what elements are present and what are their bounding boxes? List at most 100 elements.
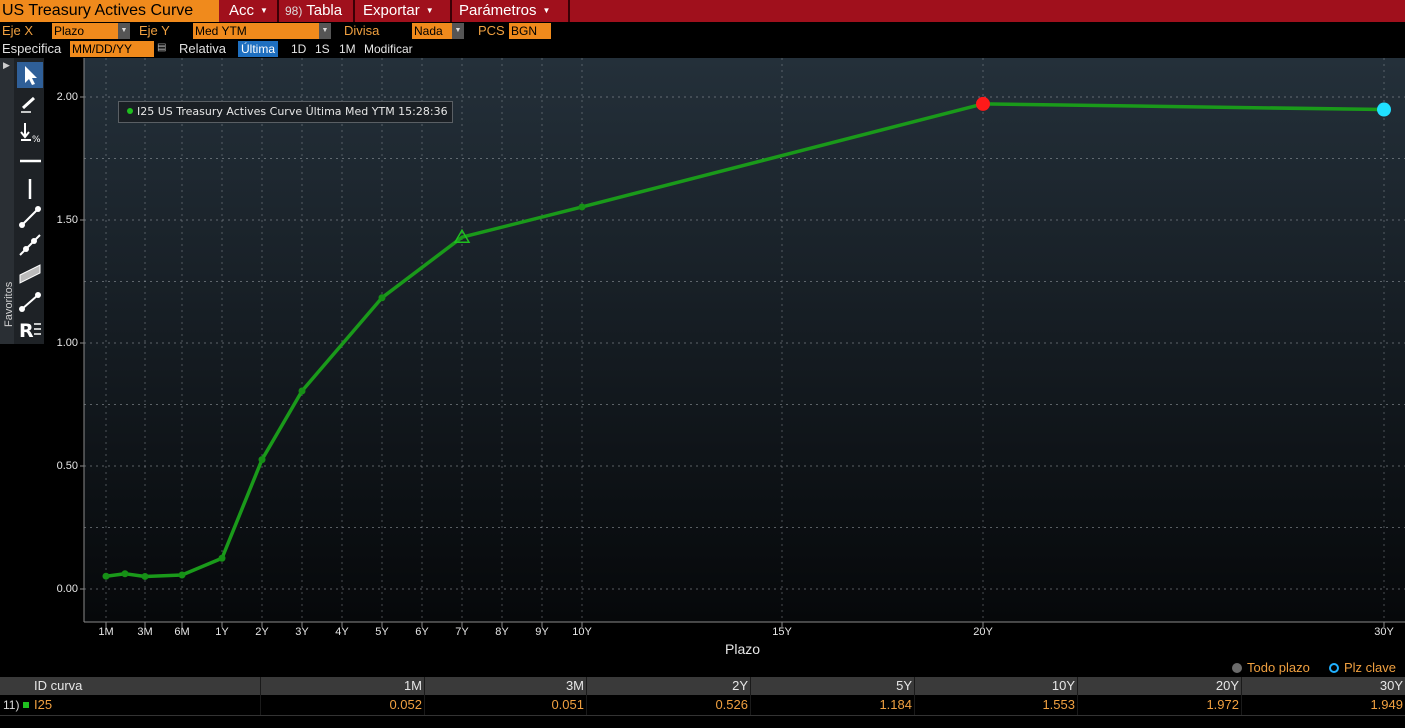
- parametros-label: Parámetros: [459, 2, 537, 19]
- exportar-menu[interactable]: Exportar ▼: [363, 0, 434, 22]
- table-row[interactable]: 11) I25 0.052 0.051 0.526 1.184 1.553 1.…: [0, 695, 1405, 716]
- calendar-icon[interactable]: ▤: [157, 42, 167, 54]
- drawing-toolbar: ▶ Favoritos % R: [0, 58, 44, 344]
- curve-title[interactable]: US Treasury Actives Curve: [0, 0, 219, 22]
- header-col[interactable]: 2Y: [588, 677, 748, 695]
- header-col[interactable]: 20Y: [1079, 677, 1239, 695]
- row-id: I25: [34, 697, 53, 712]
- x-axis-title: Plazo: [725, 641, 761, 657]
- eje-x-dropdown-icon[interactable]: ▼: [118, 23, 130, 39]
- ultima-button[interactable]: Última: [238, 41, 279, 57]
- ray-line-icon[interactable]: [17, 232, 43, 258]
- header-id-curva: ID curva: [34, 678, 83, 693]
- parametros-menu[interactable]: Parámetros ▼: [459, 0, 550, 22]
- x-tick-label: 1Y: [215, 626, 229, 638]
- text-annotation-icon[interactable]: R: [17, 316, 43, 342]
- x-tick-label: 1M: [98, 626, 114, 638]
- x-tick-label: 4Y: [335, 626, 349, 638]
- column-divider: [260, 677, 261, 715]
- menu-divider: [277, 0, 279, 22]
- header-col[interactable]: 30Y: [1243, 677, 1403, 695]
- column-divider: [914, 677, 915, 715]
- favoritos-label: Favoritos: [3, 281, 15, 327]
- tabla-label: Tabla: [306, 2, 343, 19]
- yield-curve-chart[interactable]: [0, 58, 1405, 698]
- axis-controls: Eje X Plazo ▼ Eje Y Med YTM ▼ Divisa Nad…: [0, 22, 1405, 40]
- column-divider: [424, 677, 425, 715]
- eje-x-field[interactable]: Plazo: [52, 23, 118, 39]
- x-tick-label: 6M: [174, 626, 190, 638]
- y-tick-label: 1.00: [56, 337, 78, 349]
- data-point: [218, 554, 226, 562]
- date-controls: Especifica MM/DD/YY ▤ Relativa Última 1D…: [0, 40, 1405, 58]
- divisa-dropdown-icon[interactable]: ▼: [452, 23, 464, 39]
- data-point: [141, 572, 149, 580]
- measure-percent-icon[interactable]: %: [17, 120, 43, 146]
- menu-divider: [450, 0, 452, 22]
- channel-icon[interactable]: [17, 260, 43, 286]
- caret-down-icon: ▼: [425, 6, 434, 15]
- legend-text: I25 US Treasury Actives Curve Última Med…: [137, 105, 448, 118]
- caret-down-icon: ▼: [260, 6, 268, 15]
- series-legend[interactable]: I25 US Treasury Actives Curve Última Med…: [118, 101, 453, 123]
- modificar-button[interactable]: Modificar: [361, 41, 416, 57]
- expand-arrow-icon[interactable]: ▶: [3, 60, 10, 71]
- favoritos-tab[interactable]: Favoritos: [3, 257, 15, 327]
- data-point: [102, 572, 110, 580]
- eje-x-label: Eje X: [2, 23, 34, 38]
- 1s-button[interactable]: 1S: [312, 41, 333, 57]
- data-point: [178, 571, 186, 579]
- x-tick-label: 9Y: [535, 626, 549, 638]
- y-tick-label: 0.50: [56, 460, 78, 472]
- 1m-button[interactable]: 1M: [336, 41, 359, 57]
- header-col[interactable]: 3M: [426, 677, 584, 695]
- x-tick-label: 5Y: [375, 626, 389, 638]
- tabla-menu[interactable]: 98) Tabla: [285, 0, 342, 22]
- trend-line-icon[interactable]: [17, 204, 43, 230]
- horizontal-line-icon[interactable]: [17, 148, 43, 174]
- x-tick-label: 8Y: [495, 626, 509, 638]
- x-tick-label: 7Y: [455, 626, 469, 638]
- data-point: [298, 387, 306, 395]
- row-swatch: [23, 695, 29, 715]
- row-value: 1.972: [1206, 697, 1239, 712]
- pencil-icon[interactable]: [17, 90, 43, 116]
- header-col[interactable]: 10Y: [916, 677, 1075, 695]
- date-field[interactable]: MM/DD/YY: [70, 41, 154, 57]
- vertical-line-icon[interactable]: [17, 176, 43, 202]
- x-tick-label: 3Y: [295, 626, 309, 638]
- radio-icon: [1232, 663, 1242, 673]
- x-tick-label: 15Y: [772, 626, 792, 638]
- x-tick-label: 10Y: [572, 626, 592, 638]
- legend-swatch: [127, 108, 133, 114]
- row-value: 0.052: [389, 697, 422, 712]
- row-value: 1.949: [1370, 697, 1403, 712]
- acc-menu[interactable]: Acc ▼: [229, 0, 268, 22]
- data-point: [258, 456, 266, 464]
- especifica-label: Especifica: [2, 41, 62, 56]
- y-tick-label: 2.00: [56, 91, 78, 103]
- x-tick-label: 30Y: [1374, 626, 1394, 638]
- data-point: [121, 570, 129, 578]
- eje-y-dropdown-icon[interactable]: ▼: [319, 23, 331, 39]
- header-col[interactable]: 5Y: [752, 677, 912, 695]
- segment-line-icon[interactable]: [17, 288, 43, 314]
- column-divider: [750, 677, 751, 715]
- caret-down-icon: ▼: [542, 6, 551, 15]
- x-tick-label: 2Y: [255, 626, 269, 638]
- data-point: [578, 203, 586, 211]
- eje-y-field[interactable]: Med YTM: [193, 23, 319, 39]
- divisa-field[interactable]: Nada: [412, 23, 452, 39]
- cursor-arrow-icon[interactable]: [17, 62, 43, 88]
- header-col[interactable]: 1M: [262, 677, 422, 695]
- 1d-button[interactable]: 1D: [288, 41, 309, 57]
- y-tick-label: 1.50: [56, 214, 78, 226]
- data-point-cyan: [1377, 102, 1391, 117]
- text-tool-glyph: R: [19, 320, 34, 342]
- pcs-field[interactable]: BGN: [509, 23, 551, 39]
- x-tick-label: 6Y: [415, 626, 429, 638]
- todo-plazo-toggle[interactable]: Todo plazo: [1232, 660, 1310, 675]
- column-divider: [586, 677, 587, 715]
- plz-clave-toggle[interactable]: Plz clave: [1329, 660, 1396, 675]
- pcs-label: PCS: [478, 23, 505, 38]
